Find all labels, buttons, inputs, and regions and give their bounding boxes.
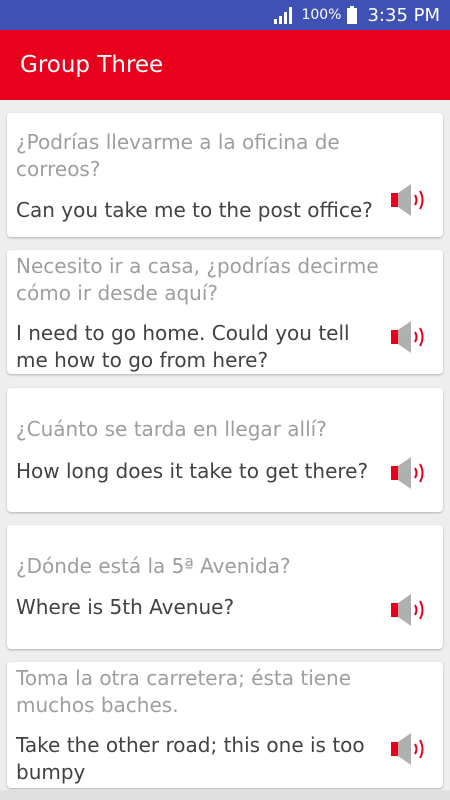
- phrase-card: Toma la otra carretera; ésta tiene mucho…: [7, 662, 443, 788]
- battery-icon: [347, 6, 358, 24]
- phrase-card: Necesito ir a casa, ¿podrías decirme cóm…: [7, 250, 443, 374]
- list-bottom-edge: [0, 790, 450, 800]
- spanish-phrase: ¿Podrías llevarme a la oficina de correo…: [16, 130, 340, 181]
- english-phrase: Where is 5th Avenue?: [16, 595, 235, 619]
- phrase-card: ¿Cuánto se tarda en llegar allí? How lon…: [7, 388, 443, 512]
- english-phrase: I need to go home. Could you tell me how…: [16, 321, 350, 372]
- phrase-card: ¿Dónde está la 5ª Avenida? Where is 5th …: [7, 525, 443, 649]
- status-indicators: 100% 3:35 PM: [273, 0, 440, 30]
- speaker-icon[interactable]: [389, 181, 429, 219]
- status-bar: 100% 3:35 PM: [0, 0, 450, 30]
- spanish-phrase: Necesito ir a casa, ¿podrías decirme cóm…: [16, 254, 379, 305]
- phrase-card: ¿Podrías llevarme a la oficina de correo…: [7, 113, 443, 237]
- clock: 3:35 PM: [367, 4, 440, 26]
- speaker-icon[interactable]: [389, 591, 429, 629]
- speaker-icon[interactable]: [389, 318, 429, 356]
- battery-percentage: 100%: [301, 7, 342, 23]
- spanish-phrase: ¿Dónde está la 5ª Avenida?: [16, 554, 291, 578]
- signal-icon: [274, 7, 293, 24]
- app-bar: Group Three: [0, 30, 450, 100]
- speaker-icon[interactable]: [389, 454, 429, 492]
- spanish-phrase: ¿Cuánto se tarda en llegar allí?: [16, 417, 327, 441]
- english-phrase: Can you take me to the post office?: [16, 198, 373, 222]
- speaker-icon[interactable]: [389, 730, 429, 768]
- page-title: Group Three: [20, 52, 164, 78]
- english-phrase: Take the other road; this one is too bum…: [16, 733, 365, 784]
- english-phrase: How long does it take to get there?: [16, 459, 369, 483]
- spanish-phrase: Toma la otra carretera; ésta tiene mucho…: [16, 666, 352, 717]
